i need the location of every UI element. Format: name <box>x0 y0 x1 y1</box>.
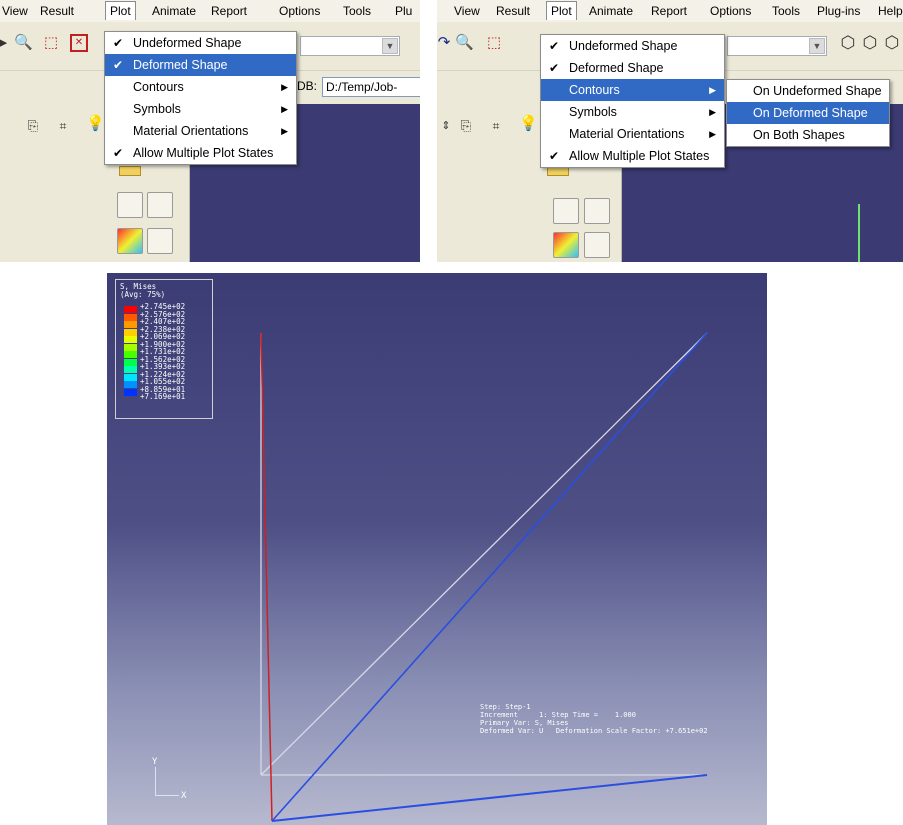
mesh-icon[interactable] <box>119 166 141 176</box>
deformed-diagonal-member <box>271 332 708 822</box>
tree-icon[interactable]: ⌗ <box>487 117 505 135</box>
menu-item-material-orientations[interactable]: Material Orientations ▶ <box>105 120 296 142</box>
rotate-icon[interactable]: ↷ <box>437 34 453 52</box>
menubar: View Result Plot Animate Report Options … <box>437 0 903 22</box>
deformed-horizontal-member <box>271 774 708 822</box>
menu-animate[interactable]: Animate <box>152 4 196 18</box>
submenu-arrow-icon: ▶ <box>709 85 716 95</box>
menu-help[interactable]: Help <box>878 4 903 18</box>
deformed-plot-icon[interactable] <box>584 198 610 224</box>
menu-item-deformed-shape[interactable]: ✔ Deformed Shape <box>105 54 296 76</box>
submenu-arrow-icon: ▶ <box>709 129 716 139</box>
menu-report[interactable]: Report <box>211 4 247 18</box>
menu-item-symbols[interactable]: Symbols ▶ <box>105 98 296 120</box>
menu-result[interactable]: Result <box>496 4 530 18</box>
menu-view[interactable]: View <box>2 4 28 18</box>
info-primary-var: Primary Var: S, Mises <box>480 719 569 727</box>
import-icon[interactable]: ⎘ <box>457 117 475 135</box>
lightbulb-icon[interactable]: 💡 <box>86 115 105 133</box>
check-icon: ✔ <box>549 149 560 163</box>
lightbulb-icon[interactable]: 💡 <box>519 115 538 133</box>
zoom-icon[interactable]: 🔍 <box>14 34 33 52</box>
contour-plot-icon[interactable] <box>553 232 579 258</box>
info-step: Step: Step-1 <box>480 703 531 711</box>
menu-options[interactable]: Options <box>710 4 751 18</box>
axis-triad: Y X <box>145 757 195 803</box>
left-screenshot-panel: View Result Plot Animate Report Options … <box>0 0 420 262</box>
contour-plot-icon[interactable] <box>117 228 143 254</box>
menu-item-contours[interactable]: Contours ▶ <box>105 76 296 98</box>
menubar: View Result Plot Animate Report Options … <box>0 0 420 22</box>
contours-submenu: On Undeformed Shape On Deformed Shape On… <box>726 79 890 147</box>
check-icon: ✔ <box>549 61 560 75</box>
triad-y-axis <box>155 767 156 795</box>
menu-report[interactable]: Report <box>651 4 687 18</box>
box-zoom-icon[interactable]: ⬚ <box>42 34 60 52</box>
plot-menu: ✔ Undeformed Shape ✔ Deformed Shape Contou… <box>104 31 297 165</box>
menu-item-undeformed-shape[interactable]: ✔ Undeformed Shape <box>105 32 296 54</box>
legend-options-icon[interactable] <box>147 228 173 254</box>
menu-item-on-undeformed-shape[interactable]: On Undeformed Shape <box>727 80 889 102</box>
triad-x-axis <box>155 795 179 796</box>
check-icon: ✔ <box>113 146 124 160</box>
menu-item-allow-multiple-plot-states[interactable]: ✔ Allow Multiple Plot States <box>105 142 296 164</box>
menu-plugins[interactable]: Plu <box>395 4 412 18</box>
check-icon: ✔ <box>549 39 560 53</box>
zoom-icon[interactable]: 🔍 <box>455 34 474 52</box>
menu-plot[interactable]: Plot <box>546 1 577 20</box>
triad-x-label: X <box>181 791 187 801</box>
axis-line <box>858 204 860 262</box>
menu-result[interactable]: Result <box>40 4 74 18</box>
import-icon[interactable]: ⎘ <box>24 117 42 135</box>
model-lines <box>260 332 708 822</box>
legend-options-icon[interactable] <box>584 232 610 258</box>
auto-fit-icon[interactable]: ✕ <box>70 34 88 52</box>
menu-plot[interactable]: Plot <box>105 1 136 20</box>
menu-item-undeformed-shape[interactable]: ✔ Undeformed Shape <box>541 35 724 57</box>
odb-label: DB: <box>297 79 318 93</box>
info-deformed-var: Deformed Var: U Deformation Scale Factor… <box>480 727 708 735</box>
arrow-icon[interactable]: ▶ <box>0 34 12 52</box>
spin-icon[interactable]: ⇕ <box>437 117 455 135</box>
menu-item-on-deformed-shape[interactable]: On Deformed Shape <box>727 102 889 124</box>
cube-view-icon[interactable]: ⬡ <box>861 34 879 52</box>
cube-front-icon[interactable]: ⬡ <box>883 34 901 52</box>
tool-strip <box>107 150 190 262</box>
tree-icon[interactable]: ⌗ <box>54 117 72 135</box>
submenu-arrow-icon: ▶ <box>281 126 288 136</box>
iso-view-icon[interactable]: ⬡ <box>839 34 857 52</box>
menu-plugins[interactable]: Plug-ins <box>817 4 860 18</box>
deformed-plot-icon[interactable] <box>147 192 173 218</box>
submenu-arrow-icon: ▶ <box>281 82 288 92</box>
right-screenshot-panel: View Result Plot Animate Report Options … <box>437 0 903 262</box>
contour-plot-viewport[interactable]: S, Mises (Avg: 75%) +2.745e+02 +2.576e+02… <box>107 273 767 825</box>
menu-tools[interactable]: Tools <box>343 4 371 18</box>
submenu-arrow-icon: ▶ <box>709 107 716 117</box>
menu-view[interactable]: View <box>454 4 480 18</box>
undeformed-plot-icon[interactable] <box>117 192 143 218</box>
menu-animate[interactable]: Animate <box>589 4 633 18</box>
display-group-combo[interactable]: ▼ <box>300 36 400 56</box>
undeformed-plot-icon[interactable] <box>553 198 579 224</box>
menu-item-material-orientations[interactable]: Material Orientations ▶ <box>541 123 724 145</box>
display-group-combo[interactable]: ▼ <box>727 36 827 56</box>
check-icon: ✔ <box>113 58 124 72</box>
menu-item-contours[interactable]: Contours ▶ <box>541 79 724 101</box>
check-icon: ✔ <box>113 36 124 50</box>
box-zoom-icon[interactable]: ⬚ <box>485 34 503 52</box>
odb-path-field[interactable]: D:/Temp/Job- <box>322 77 420 97</box>
menu-item-symbols[interactable]: Symbols ▶ <box>541 101 724 123</box>
menu-item-deformed-shape[interactable]: ✔ Deformed Shape <box>541 57 724 79</box>
deformed-vertical-member <box>260 332 273 822</box>
info-increment: Increment 1: Step Time = 1.000 <box>480 711 636 719</box>
menu-options[interactable]: Options <box>279 4 320 18</box>
menu-item-allow-multiple-plot-states[interactable]: ✔ Allow Multiple Plot States <box>541 145 724 167</box>
menu-tools[interactable]: Tools <box>772 4 800 18</box>
menu-item-on-both-shapes[interactable]: On Both Shapes <box>727 124 889 146</box>
step-info: Step: Step-1 Increment 1: Step Time = 1.0… <box>480 703 708 735</box>
triad-y-label: Y <box>152 757 158 767</box>
plot-menu: ✔ Undeformed Shape ✔ Deformed Shape Contou… <box>540 34 725 168</box>
submenu-arrow-icon: ▶ <box>281 104 288 114</box>
